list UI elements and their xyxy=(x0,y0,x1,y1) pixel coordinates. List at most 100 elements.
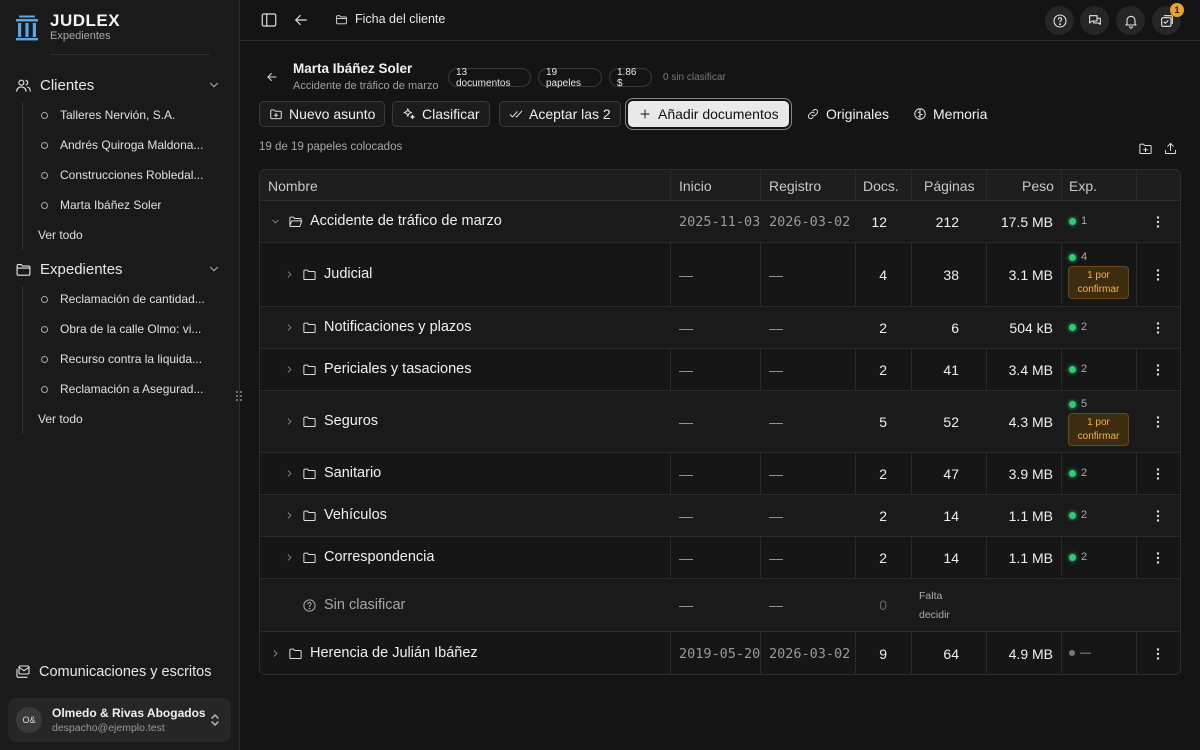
sidebar-section-cases[interactable]: Expedientes xyxy=(0,254,239,284)
chevron-right-icon[interactable] xyxy=(284,364,295,375)
column-header-registry[interactable]: Registro xyxy=(769,178,821,194)
pages-count: 47 xyxy=(943,466,959,482)
table-row[interactable]: Correspondencia — — 2 14 1.1 MB 2 xyxy=(260,537,1180,579)
pending-decision-label: Falta decidir xyxy=(919,590,950,621)
cases-see-all-link[interactable]: Ver todo xyxy=(38,412,83,426)
sidebar-client-item[interactable]: Marta Ibáñez Soler xyxy=(38,192,218,218)
button-label: Originales xyxy=(826,106,890,122)
more-options-icon[interactable] xyxy=(1152,467,1164,481)
folder-icon xyxy=(303,322,316,333)
table-row[interactable]: Herencia de Julián Ibáñez 2019-05-20 202… xyxy=(260,632,1180,674)
sidebar-case-item[interactable]: Recurso contra la liquida... xyxy=(38,346,218,372)
bell-icon xyxy=(1124,15,1137,28)
exp-status: 4 xyxy=(1069,251,1087,263)
chevron-down-icon[interactable] xyxy=(270,216,281,227)
exp-count: 5 xyxy=(1081,398,1088,410)
sidebar-client-item[interactable]: Andrés Quiroga Maldona... xyxy=(38,132,218,158)
originals-button[interactable]: Originales xyxy=(797,101,898,127)
column-header-name[interactable]: Nombre xyxy=(268,178,318,194)
table-row[interactable]: Periciales y tasaciones — — 2 41 3.4 MB … xyxy=(260,349,1180,391)
sidebar-case-item[interactable]: Reclamación de cantidad... xyxy=(38,286,218,312)
row-name: Periciales y tasaciones xyxy=(284,361,472,377)
more-options-icon[interactable] xyxy=(1152,551,1164,565)
table-row[interactable]: Judicial — — 4 38 3.1 MB 4 1 por confirm… xyxy=(260,243,1180,307)
table-row[interactable]: Sin clasificar — — 0 Falta decidir xyxy=(260,579,1180,632)
table-row[interactable]: Sanitario — — 2 47 3.9 MB 2 xyxy=(260,453,1180,495)
more-options-icon[interactable] xyxy=(1152,363,1164,377)
help-button[interactable] xyxy=(1045,6,1074,35)
table-row[interactable]: Accidente de tráfico de marzo 2025-11-03… xyxy=(260,201,1180,243)
row-name: Correspondencia xyxy=(284,549,434,565)
bullet-icon xyxy=(41,201,48,209)
pending-confirm-badge[interactable]: 1 por confirmar xyxy=(1068,413,1129,446)
sidebar-case-item[interactable]: Reclamación a Asegurad... xyxy=(38,376,218,402)
file-size: 3.9 MB xyxy=(1008,466,1053,482)
more-options-icon[interactable] xyxy=(1152,509,1164,523)
sidebar-section-clients[interactable]: Clientes xyxy=(0,70,239,100)
chevron-right-icon[interactable] xyxy=(284,510,295,521)
pages-count: 38 xyxy=(943,267,959,283)
accept-button[interactable]: Aceptar las 2 xyxy=(499,101,621,127)
exp-count: 2 xyxy=(1081,363,1088,375)
chat-button[interactable] xyxy=(1080,6,1109,35)
inbox-button[interactable]: 1 xyxy=(1152,3,1184,35)
sidebar-toggle-icon[interactable] xyxy=(260,11,278,29)
sidebar-section-label: Clientes xyxy=(40,76,95,94)
more-options-icon[interactable] xyxy=(1152,268,1164,282)
folder-name: Herencia de Julián Ibáñez xyxy=(310,645,478,661)
more-options-icon[interactable] xyxy=(1152,415,1164,429)
chevron-down-icon[interactable] xyxy=(207,262,221,276)
back-arrow-icon[interactable] xyxy=(292,11,310,29)
classify-button[interactable]: Clasificar xyxy=(392,101,490,127)
column-header-start[interactable]: Inicio xyxy=(679,178,712,194)
brand[interactable]: JUDLEX Expedientes xyxy=(14,12,120,43)
column-header-exp[interactable]: Exp. xyxy=(1069,178,1097,194)
status-dot-icon xyxy=(1069,553,1076,561)
folder-add-icon[interactable] xyxy=(1138,141,1153,156)
row-name: Sanitario xyxy=(284,465,381,481)
chevron-right-icon[interactable] xyxy=(284,322,295,333)
exp-count: 2 xyxy=(1081,321,1088,333)
add-documents-button[interactable]: Añadir documentos xyxy=(628,101,789,127)
upload-icon[interactable] xyxy=(1163,141,1178,156)
chevron-right-icon[interactable] xyxy=(284,468,295,479)
column-header-pages[interactable]: Páginas xyxy=(924,178,975,194)
sidebar-item-label: Reclamación a Asegurad... xyxy=(60,382,204,396)
clients-see-all-link[interactable]: Ver todo xyxy=(38,228,83,242)
new-matter-button[interactable]: Nuevo asunto xyxy=(259,101,386,127)
registry-date: — xyxy=(769,414,783,430)
column-header-docs[interactable]: Docs. xyxy=(863,178,899,194)
start-date: 2025-11-03 xyxy=(679,214,761,230)
chevron-right-icon[interactable] xyxy=(284,552,295,563)
chevron-right-icon[interactable] xyxy=(270,648,281,659)
back-arrow-icon[interactable] xyxy=(265,70,279,84)
drag-handle-icon[interactable] xyxy=(234,389,244,403)
bullet-icon xyxy=(41,355,48,363)
table-row[interactable]: Seguros — — 5 52 4.3 MB 5 1 por confirma… xyxy=(260,391,1180,453)
table-row[interactable]: Notificaciones y plazos — — 2 6 504 kB 2 xyxy=(260,307,1180,349)
chevron-down-icon[interactable] xyxy=(207,78,221,92)
sidebar-client-item[interactable]: Construcciones Robledal... xyxy=(38,162,218,188)
status-dot-icon xyxy=(1069,323,1076,331)
exp-count: 1 xyxy=(1081,215,1088,227)
chevron-right-icon[interactable] xyxy=(284,416,295,427)
sidebar-case-item[interactable]: Obra de la calle Olmo: vi... xyxy=(38,316,218,342)
sidebar-item-communications[interactable]: Comunicaciones y escritos xyxy=(15,664,211,680)
column-header-size[interactable]: Peso xyxy=(1022,178,1054,194)
users-icon xyxy=(16,79,31,92)
notifications-button[interactable] xyxy=(1116,6,1145,35)
more-options-icon[interactable] xyxy=(1152,647,1164,661)
breadcrumb[interactable]: Ficha del cliente xyxy=(335,12,445,26)
table-row[interactable]: Vehículos — — 2 14 1.1 MB 2 xyxy=(260,495,1180,537)
account-switcher[interactable]: O& Olmedo & Rivas Abogados despacho@ejem… xyxy=(8,698,231,742)
more-options-icon[interactable] xyxy=(1152,321,1164,335)
pages-count: 14 xyxy=(943,508,959,524)
chevron-right-icon[interactable] xyxy=(284,269,295,280)
memory-button[interactable]: Memoria xyxy=(904,101,996,127)
pending-confirm-badge[interactable]: 1 por confirmar xyxy=(1068,266,1129,299)
help-circle-icon xyxy=(1052,13,1067,28)
file-size: 3.4 MB xyxy=(1008,362,1053,378)
more-options-icon[interactable] xyxy=(1152,215,1164,229)
sidebar-client-item[interactable]: Talleres Nervión, S.A. xyxy=(38,102,218,128)
start-date: — xyxy=(679,267,693,283)
